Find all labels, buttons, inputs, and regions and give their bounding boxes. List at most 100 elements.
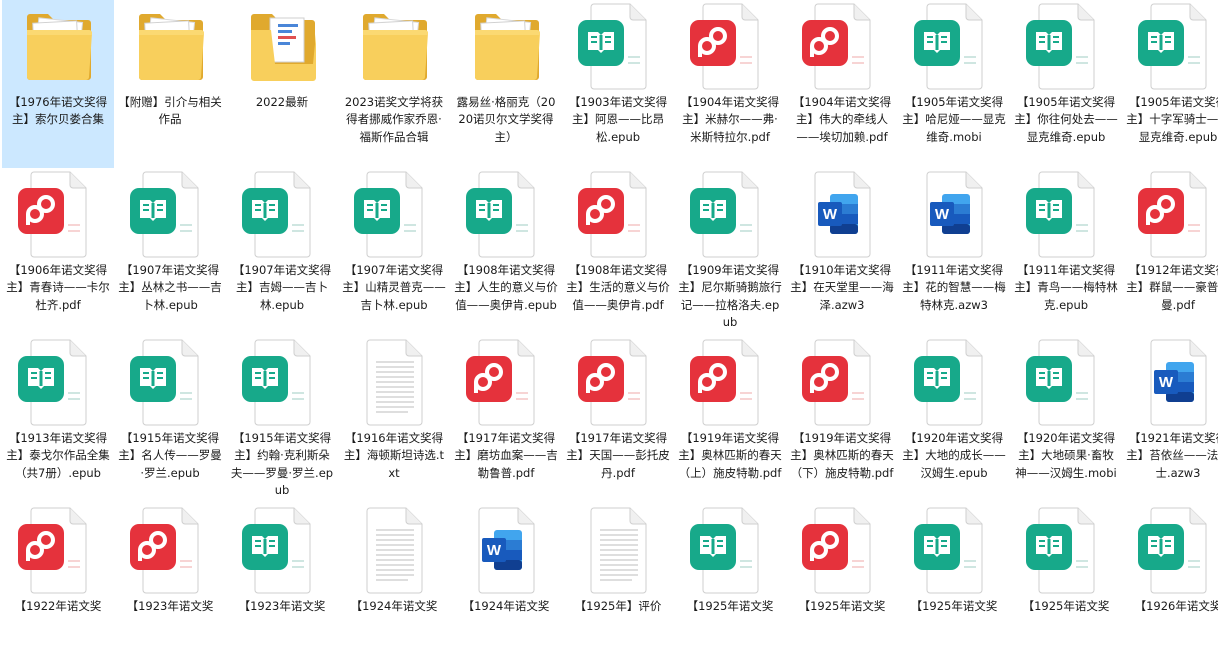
folder-icon xyxy=(338,0,450,92)
item-label: 【1908年诺文奖得主】人生的意义与价值——奥伊肯.epub xyxy=(454,263,558,312)
folder-item[interactable]: 【附赠】引介与相关作品 xyxy=(114,0,226,168)
item-label: 【1915年诺文奖得主】约翰·克利斯朵夫——罗曼·罗兰.epub xyxy=(230,431,334,497)
folder-icon xyxy=(114,0,226,92)
file-item[interactable]: W 【1921年诺文奖得主】苔依丝——法郎士.azw3 xyxy=(1122,336,1218,504)
pdf-icon xyxy=(786,0,898,92)
item-label: 【1915年诺文奖得主】名人传——罗曼·罗兰.epub xyxy=(118,431,222,480)
epub-book-icon xyxy=(1010,504,1122,596)
file-item[interactable]: 【1923年诺文奖 xyxy=(226,504,338,672)
pdf-icon xyxy=(562,168,674,260)
epub-book-icon xyxy=(114,336,226,428)
file-item[interactable]: 【1912年诺文奖得主】群鼠——豪普特曼.pdf xyxy=(1122,168,1218,336)
item-label: 【1913年诺文奖得主】泰戈尔作品全集（共7册）.epub xyxy=(6,431,110,480)
file-item[interactable]: 【1907年诺文奖得主】山精灵普克——吉卜林.epub xyxy=(338,168,450,336)
text-file-icon xyxy=(562,504,674,596)
item-label: 【1906年诺文奖得主】青春诗——卡尔杜齐.pdf xyxy=(6,263,110,312)
svg-text:W: W xyxy=(487,542,502,559)
epub-book-icon xyxy=(226,504,338,596)
file-item[interactable]: 【1906年诺文奖得主】青春诗——卡尔杜齐.pdf xyxy=(2,168,114,336)
item-label: 【1917年诺文奖得主】磨坊血案——吉勒鲁普.pdf xyxy=(454,431,558,480)
pdf-icon xyxy=(786,504,898,596)
folder-icon xyxy=(2,0,114,92)
file-item[interactable]: 【1908年诺文奖得主】人生的意义与价值——奥伊肯.epub xyxy=(450,168,562,336)
file-item[interactable]: W 【1924年诺文奖 xyxy=(450,504,562,672)
word-document-icon: W xyxy=(898,168,1010,260)
item-label: 【1921年诺文奖得主】苔依丝——法郎士.azw3 xyxy=(1126,431,1218,480)
file-item[interactable]: W 【1911年诺文奖得主】花的智慧——梅特林克.azw3 xyxy=(898,168,1010,336)
file-item[interactable]: 【1919年诺文奖得主】奥林匹斯的春天（上）施皮特勒.pdf xyxy=(674,336,786,504)
file-item[interactable]: 【1907年诺文奖得主】吉姆——吉卜林.epub xyxy=(226,168,338,336)
svg-text:W: W xyxy=(1159,374,1174,391)
item-label: 【1909年诺文奖得主】尼尔斯骑鹅旅行记——拉格洛夫.epub xyxy=(678,263,782,329)
file-item[interactable]: 【1926年诺文奖 xyxy=(1122,504,1218,672)
folder-item[interactable]: 【1976年诺文奖得主】索尔贝娄合集 xyxy=(2,0,114,168)
file-item[interactable]: 【1908年诺文奖得主】生活的意义与价值——奥伊肯.pdf xyxy=(562,168,674,336)
epub-book-icon xyxy=(338,168,450,260)
file-item[interactable]: 【1922年诺文奖 xyxy=(2,504,114,672)
item-label: 【1917年诺文奖得主】天国——彭托皮丹.pdf xyxy=(566,431,670,480)
file-item[interactable]: W 【1910年诺文奖得主】在天堂里——海泽.azw3 xyxy=(786,168,898,336)
file-item[interactable]: 【1913年诺文奖得主】泰戈尔作品全集（共7册）.epub xyxy=(2,336,114,504)
file-item[interactable]: 【1916年诺文奖得主】海顿斯坦诗选.txt xyxy=(338,336,450,504)
folder-item[interactable]: 2022最新 xyxy=(226,0,338,168)
file-item[interactable]: 【1920年诺文奖得主】大地的成长——汉姆生.epub xyxy=(898,336,1010,504)
folder-item[interactable]: 2023诺奖文学将获得者挪威作家乔恩·福斯作品合辑 xyxy=(338,0,450,168)
item-label: 【1911年诺文奖得主】青鸟——梅特林克.epub xyxy=(1014,263,1118,312)
item-label: 2022最新 xyxy=(255,95,309,109)
item-label: 【1907年诺文奖得主】吉姆——吉卜林.epub xyxy=(232,263,332,312)
pdf-icon xyxy=(2,168,114,260)
item-label: 2023诺奖文学将获得者挪威作家乔恩·福斯作品合辑 xyxy=(344,95,444,144)
item-label: 【1923年诺文奖 xyxy=(238,599,326,613)
file-item[interactable]: 【1925年诺文奖 xyxy=(898,504,1010,672)
file-item[interactable]: 【1904年诺文奖得主】伟大的牵线人——埃切加赖.pdf xyxy=(786,0,898,168)
file-item[interactable]: 【1925年诺文奖 xyxy=(786,504,898,672)
item-label: 【1923年诺文奖 xyxy=(126,599,214,613)
file-item[interactable]: 【1905年诺文奖得主】十字军骑士——显克维奇.epub xyxy=(1122,0,1218,168)
epub-book-icon xyxy=(114,168,226,260)
item-label: 【1976年诺文奖得主】索尔贝娄合集 xyxy=(8,95,108,127)
item-label: 【1910年诺文奖得主】在天堂里——海泽.azw3 xyxy=(790,263,894,312)
file-item[interactable]: 【1915年诺文奖得主】名人传——罗曼·罗兰.epub xyxy=(114,336,226,504)
item-label: 【1922年诺文奖 xyxy=(14,599,102,613)
file-item[interactable]: 【1903年诺文奖得主】阿恩——比昂松.epub xyxy=(562,0,674,168)
file-item[interactable]: 【1905年诺文奖得主】你往何处去——显克维奇.epub xyxy=(1010,0,1122,168)
item-label: 【1903年诺文奖得主】阿恩——比昂松.epub xyxy=(568,95,668,144)
file-item[interactable]: 【1915年诺文奖得主】约翰·克利斯朵夫——罗曼·罗兰.epub xyxy=(226,336,338,504)
epub-book-icon xyxy=(898,0,1010,92)
file-item[interactable]: 【1917年诺文奖得主】天国——彭托皮丹.pdf xyxy=(562,336,674,504)
epub-book-icon xyxy=(562,0,674,92)
pdf-icon xyxy=(114,504,226,596)
file-item[interactable]: 【1923年诺文奖 xyxy=(114,504,226,672)
item-label: 【1904年诺文奖得主】米赫尔——弗·米斯特拉尔.pdf xyxy=(680,95,780,144)
item-label: 【1905年诺文奖得主】你往何处去——显克维奇.epub xyxy=(1014,95,1118,144)
file-item[interactable]: 【1925年】评价 xyxy=(562,504,674,672)
item-label: 【1924年诺文奖 xyxy=(462,599,550,613)
folder-icon xyxy=(226,0,338,92)
file-item[interactable]: 【1925年诺文奖 xyxy=(674,504,786,672)
item-label: 【1926年诺文奖 xyxy=(1134,599,1218,613)
text-file-icon xyxy=(338,336,450,428)
pdf-icon xyxy=(674,336,786,428)
file-item[interactable]: 【1925年诺文奖 xyxy=(1010,504,1122,672)
file-item[interactable]: 【1909年诺文奖得主】尼尔斯骑鹅旅行记——拉格洛夫.epub xyxy=(674,168,786,336)
epub-book-icon xyxy=(674,504,786,596)
svg-text:W: W xyxy=(935,206,950,223)
item-label: 【1920年诺文奖得主】大地的成长——汉姆生.epub xyxy=(902,431,1006,480)
file-item[interactable]: 【1907年诺文奖得主】丛林之书——吉卜林.epub xyxy=(114,168,226,336)
file-item[interactable]: 【1920年诺文奖得主】大地硕果·畜牧神——汉姆生.mobi xyxy=(1010,336,1122,504)
file-item[interactable]: 【1924年诺文奖 xyxy=(338,504,450,672)
folder-item[interactable]: 露易丝·格丽克（2020诺贝尔文学奖得主） xyxy=(450,0,562,168)
file-item[interactable]: 【1911年诺文奖得主】青鸟——梅特林克.epub xyxy=(1010,168,1122,336)
pdf-icon xyxy=(2,504,114,596)
file-item[interactable]: 【1905年诺文奖得主】哈尼娅——显克维奇.mobi xyxy=(898,0,1010,168)
file-item[interactable]: 【1917年诺文奖得主】磨坊血案——吉勒鲁普.pdf xyxy=(450,336,562,504)
item-label: 【1919年诺文奖得主】奥林匹斯的春天（下）施皮特勒.pdf xyxy=(790,431,894,480)
item-label: 【1925年诺文奖 xyxy=(910,599,998,613)
file-item[interactable]: 【1904年诺文奖得主】米赫尔——弗·米斯特拉尔.pdf xyxy=(674,0,786,168)
file-item[interactable]: 【1919年诺文奖得主】奥林匹斯的春天（下）施皮特勒.pdf xyxy=(786,336,898,504)
item-label: 【1925年诺文奖 xyxy=(798,599,886,613)
item-label: 【1908年诺文奖得主】生活的意义与价值——奥伊肯.pdf xyxy=(566,263,670,312)
pdf-icon xyxy=(786,336,898,428)
item-label: 【1925年诺文奖 xyxy=(1022,599,1110,613)
item-label: 【1911年诺文奖得主】花的智慧——梅特林克.azw3 xyxy=(902,263,1006,312)
